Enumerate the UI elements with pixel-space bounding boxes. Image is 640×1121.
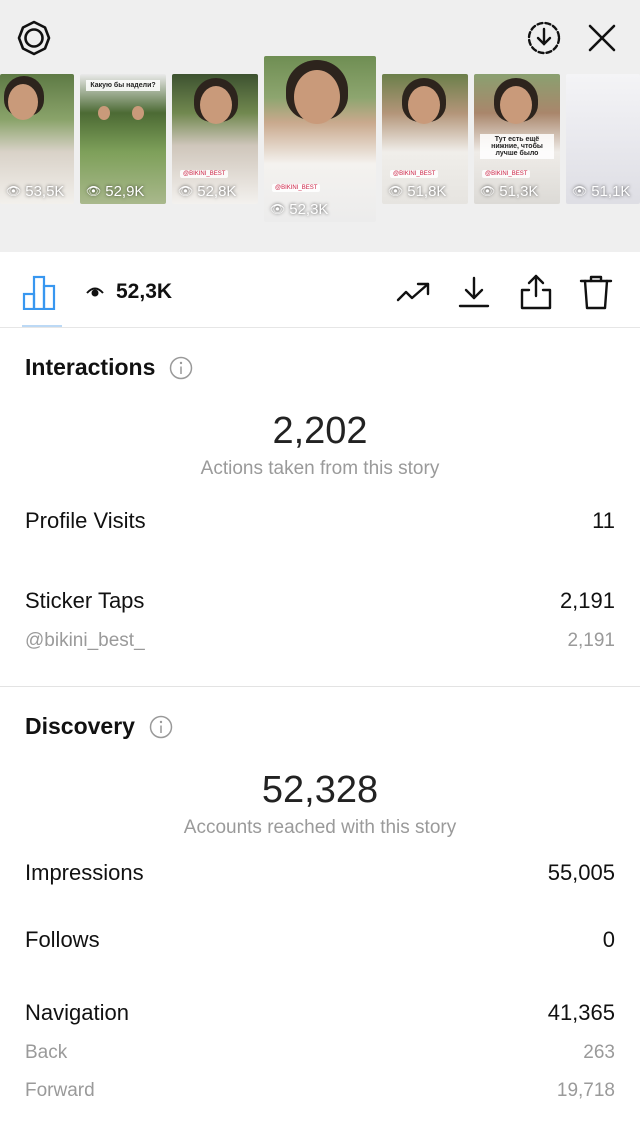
stat-label: Sticker Taps xyxy=(25,588,145,613)
stat-row-sticker-taps[interactable]: Sticker Taps 2,191 xyxy=(25,588,615,614)
eye-icon xyxy=(86,284,104,298)
thumbnail-tag: @BIKINI_BEST xyxy=(390,170,439,178)
stat-subrow-forward[interactable]: Forward 19,718 xyxy=(25,1080,615,1102)
info-icon[interactable] xyxy=(169,356,193,380)
thumbnail-caption: Какую бы надели? xyxy=(86,80,160,91)
eye-icon: 👁 xyxy=(480,184,496,198)
eye-icon: 👁 xyxy=(572,184,588,198)
stat-value: 2,191 xyxy=(559,588,615,613)
stat-subrow-back[interactable]: Back 263 xyxy=(25,1042,615,1064)
share-icon[interactable] xyxy=(516,272,556,312)
thumbnail-views: 51,3K xyxy=(499,182,539,200)
thumbnail-views: 52,8K xyxy=(197,182,237,200)
thumbnail-caption: Тут есть ещё нижние, чтобы лучше было xyxy=(480,134,554,159)
stat-label: Forward xyxy=(25,1080,95,1101)
download-icon[interactable] xyxy=(454,272,494,312)
thumbnail-tag: @BIKINI_BEST xyxy=(482,170,531,178)
stat-label: Impressions xyxy=(25,860,144,885)
discovery-section-title: Discovery xyxy=(25,713,173,740)
stat-value: 55,005 xyxy=(547,860,615,885)
story-thumbnail[interactable]: Какую бы надели? 👁 52,9K xyxy=(80,74,166,204)
interactions-total: 2,202 xyxy=(272,410,368,452)
stat-label: @bikini_best_ xyxy=(25,630,145,651)
trash-icon[interactable] xyxy=(576,272,616,312)
stat-subrow-sticker-account[interactable]: @bikini_best_ 2,191 xyxy=(25,630,615,652)
interactions-caption: Actions taken from this story xyxy=(200,458,440,479)
discovery-total: 52,328 xyxy=(261,769,379,811)
stat-label: Profile Visits xyxy=(25,508,146,533)
stat-label: Back xyxy=(25,1042,68,1063)
bar-chart-icon[interactable] xyxy=(22,274,62,311)
story-view-count: 52,3K xyxy=(116,280,173,303)
thumbnail-views: 52,9K xyxy=(105,182,145,200)
story-thumbnail[interactable]: 👁 53,5K xyxy=(0,74,74,204)
story-thumbnail[interactable]: 👁 51,1K xyxy=(566,74,640,204)
eye-icon: 👁 xyxy=(388,184,404,198)
thumbnail-tag: @BIKINI_BEST xyxy=(180,170,229,178)
story-thumbnails: 👁 53,5K Какую бы надели? 👁 52,9K @BIKINI_B… xyxy=(0,0,640,252)
stat-row-profile-visits[interactable]: Profile Visits 11 xyxy=(25,508,615,534)
stat-row-navigation[interactable]: Navigation 41,365 xyxy=(25,1000,615,1026)
thumbnail-views: 51,1K xyxy=(591,182,631,200)
stat-row-follows[interactable]: Follows 0 xyxy=(25,927,615,953)
stat-value: 11 xyxy=(592,508,615,533)
stat-label: Navigation xyxy=(25,1000,129,1025)
stat-value: 19,718 xyxy=(556,1080,615,1101)
section-divider xyxy=(0,686,640,687)
interactions-section-title: Interactions xyxy=(25,354,193,381)
info-icon[interactable] xyxy=(149,715,173,739)
stat-value: 2,191 xyxy=(567,630,615,651)
stat-value: 0 xyxy=(602,927,615,952)
stat-label: Follows xyxy=(25,927,100,952)
thumbnail-views: 52,3K xyxy=(289,200,329,218)
eye-icon: 👁 xyxy=(270,202,286,216)
story-thumbnail[interactable]: @BIKINI_BEST 👁 51,8K xyxy=(382,74,468,204)
thumbnail-views: 51,8K xyxy=(407,182,447,200)
story-thumbnail[interactable]: Тут есть ещё нижние, чтобы лучше было @B… xyxy=(474,74,560,204)
stat-value: 263 xyxy=(583,1042,615,1063)
eye-icon: 👁 xyxy=(178,184,194,198)
discovery-title-text: Discovery xyxy=(25,713,135,739)
discovery-caption: Accounts reached with this story xyxy=(183,817,457,838)
interactions-title-text: Interactions xyxy=(25,354,156,380)
stat-row-impressions[interactable]: Impressions 55,005 xyxy=(25,860,615,886)
story-thumbnail-selected[interactable]: @BIKINI_BEST 👁 52,3K xyxy=(264,56,376,222)
thumbnail-views: 53,5K xyxy=(25,182,65,200)
eye-icon: 👁 xyxy=(86,184,102,198)
active-tab-indicator xyxy=(22,325,62,327)
trend-up-icon[interactable] xyxy=(394,272,434,312)
stat-value: 41,365 xyxy=(547,1000,615,1025)
story-toolbar: 52,3K xyxy=(0,252,640,328)
story-thumbnail[interactable]: @BIKINI_BEST 👁 52,8K xyxy=(172,74,258,204)
thumbnail-tag: @BIKINI_BEST xyxy=(272,184,321,192)
eye-icon: 👁 xyxy=(6,184,22,198)
